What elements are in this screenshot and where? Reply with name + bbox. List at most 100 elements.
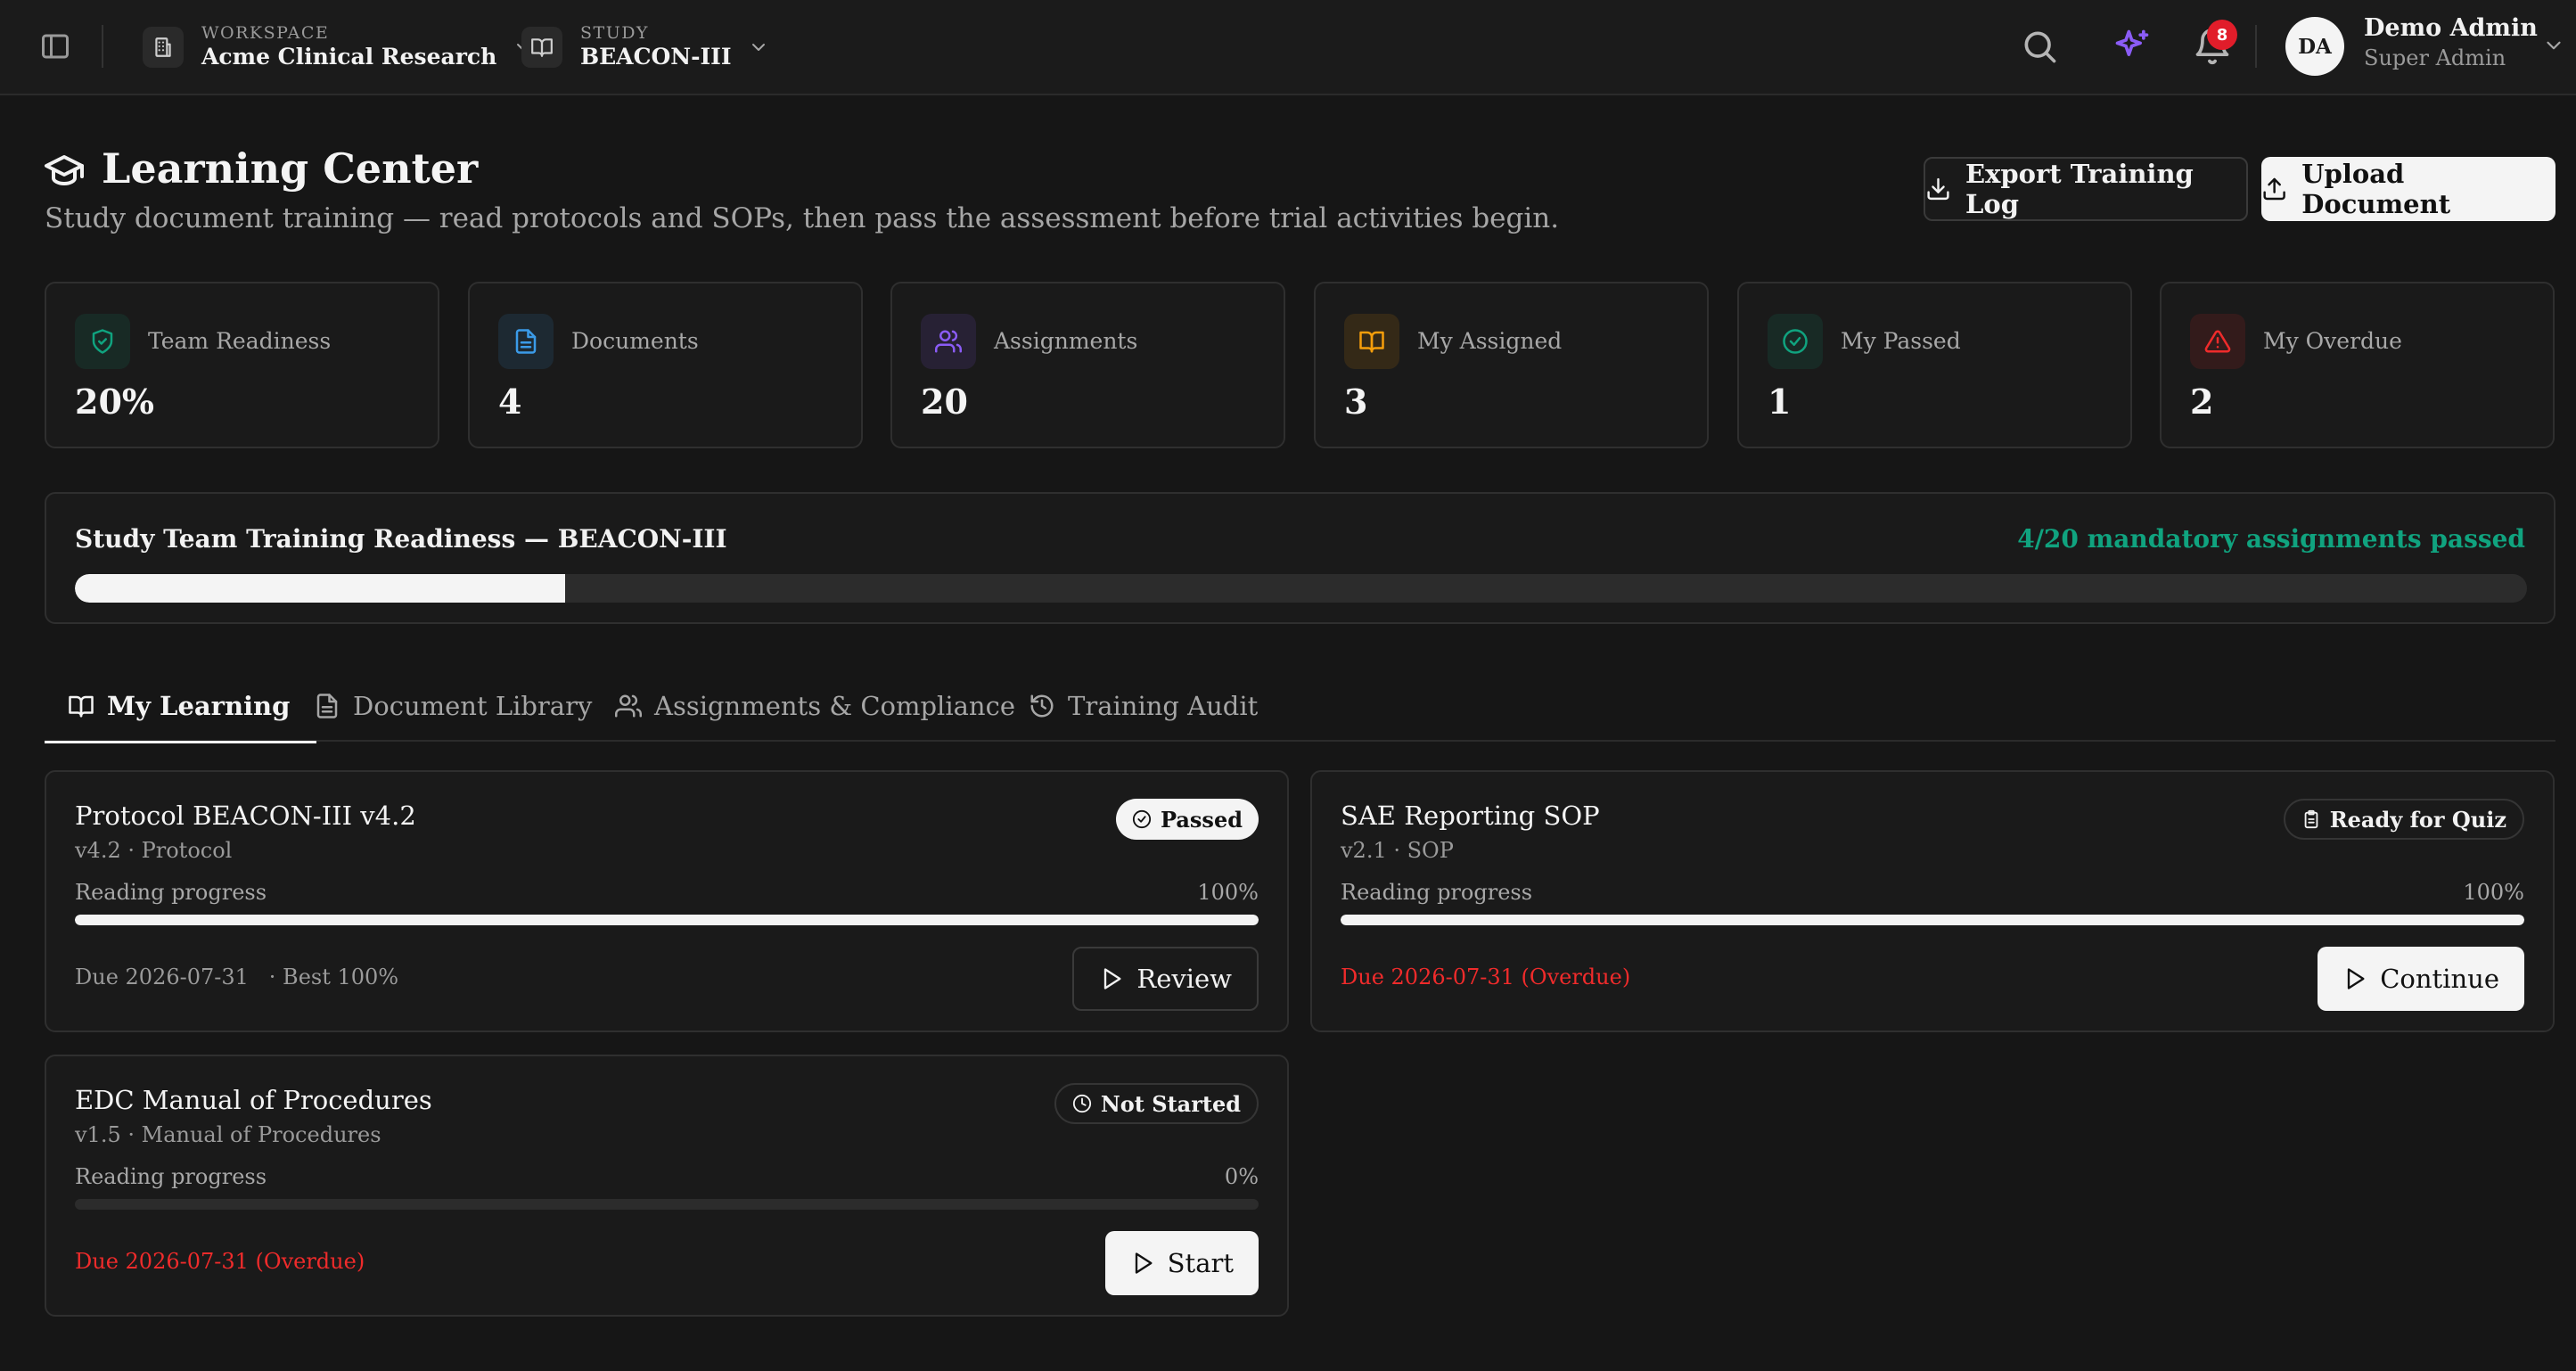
play-icon xyxy=(1104,968,1121,989)
users-icon xyxy=(921,314,976,369)
status-badge-label: Ready for Quiz xyxy=(2329,806,2506,833)
clipboard-icon xyxy=(2304,809,2318,829)
reading-progress-fill xyxy=(1341,915,2524,925)
readiness-title: Study Team Training Readiness — BEACON-I… xyxy=(75,524,727,554)
continue-button[interactable]: Continue xyxy=(2318,947,2524,1011)
sparkles-icon[interactable] xyxy=(2112,27,2152,66)
status-badge: Not Started xyxy=(1054,1083,1259,1124)
due-date: Due 2026-07-31 · Best 100% xyxy=(75,965,399,989)
tab-training-audit[interactable]: Training Audit xyxy=(1029,670,1258,742)
stat-value: 20% xyxy=(75,382,154,422)
tab-label: Training Audit xyxy=(1068,691,1259,721)
stat-value: 20 xyxy=(921,382,968,422)
upload-document-label: Upload Document xyxy=(2301,159,2451,219)
status-badge-label: Not Started xyxy=(1100,1090,1241,1117)
export-training-log-button[interactable]: Export Training Log xyxy=(1924,157,2248,221)
tab-label: Assignments & Compliance xyxy=(654,691,1015,721)
course-card: Protocol BEACON-III v4.2 v4.2 · Protocol… xyxy=(45,770,1289,1032)
book-open-icon xyxy=(1344,314,1399,369)
export-training-log-label: Export Training Log xyxy=(1965,159,2194,219)
user-role: Super Admin xyxy=(2364,45,2506,70)
sidebar-toggle-icon[interactable] xyxy=(39,30,71,62)
progress-label: Reading progress xyxy=(75,880,267,905)
workspace-name: Acme Clinical Research xyxy=(201,44,497,70)
reading-progress-bar xyxy=(75,915,1259,925)
progress-percent: 100% xyxy=(2463,880,2524,905)
file-text-icon xyxy=(498,314,554,369)
course-card: EDC Manual of Procedures v1.5 · Manual o… xyxy=(45,1055,1289,1317)
stat-label: My Overdue xyxy=(2263,328,2402,354)
action-label: Review xyxy=(1136,964,1232,994)
upload-document-button[interactable]: Upload Document xyxy=(2261,157,2555,221)
stat-label: Assignments xyxy=(994,328,1138,354)
stat-card-team-readiness: Team Readiness 20% xyxy=(45,282,439,448)
team-readiness-panel: Study Team Training Readiness — BEACON-I… xyxy=(45,492,2555,624)
page-title: Learning Center xyxy=(102,144,479,193)
chevron-down-icon[interactable] xyxy=(2542,34,2565,57)
progress-label: Reading progress xyxy=(1341,880,1533,905)
topbar-divider xyxy=(102,25,103,68)
page-subtitle: Study document training — read protocols… xyxy=(45,202,1560,234)
stat-value: 1 xyxy=(1768,382,1792,422)
workspace-switcher[interactable]: WORKSPACE Acme Clinical Research xyxy=(143,23,534,71)
play-icon xyxy=(1135,1252,1153,1274)
download-icon xyxy=(1927,177,1949,201)
tab-my-learning[interactable]: My Learning xyxy=(45,670,317,743)
status-badge-label: Passed xyxy=(1160,806,1243,833)
user-name[interactable]: Demo Admin xyxy=(2364,14,2538,42)
review-button[interactable]: Review xyxy=(1072,947,1259,1011)
top-bar: WORKSPACE Acme Clinical Research STUDY B… xyxy=(0,0,2576,95)
reading-progress-bar xyxy=(75,1199,1259,1210)
due-date: Due 2026-07-31 (Overdue) xyxy=(75,1249,365,1274)
workspace-label: WORKSPACE xyxy=(201,23,330,43)
stat-label: Team Readiness xyxy=(148,328,332,354)
action-label: Continue xyxy=(2380,964,2499,994)
stat-card-assignments: Assignments 20 xyxy=(890,282,1285,448)
progress-label: Reading progress xyxy=(75,1164,267,1189)
clock-icon xyxy=(1072,1094,1091,1113)
tab-bar: My Learning Document Library Assignments… xyxy=(45,670,2555,743)
status-badge: Ready for Quiz xyxy=(2283,799,2524,840)
status-badge: Passed xyxy=(1115,799,1259,840)
avatar[interactable]: DA xyxy=(2285,17,2344,76)
stat-card-my-assigned: My Assigned 3 xyxy=(1314,282,1709,448)
book-open-icon xyxy=(521,27,562,68)
users-icon xyxy=(615,694,642,718)
course-title: Protocol BEACON-III v4.2 xyxy=(75,800,416,831)
reading-progress-fill xyxy=(75,915,1259,925)
stat-value: 4 xyxy=(498,382,522,422)
search-icon[interactable] xyxy=(2020,27,2059,66)
shield-check-icon xyxy=(75,314,130,369)
check-circle-icon xyxy=(1132,809,1152,829)
stat-value: 3 xyxy=(1344,382,1368,422)
course-card: SAE Reporting SOP v2.1 · SOP Ready for Q… xyxy=(1310,770,2555,1032)
readiness-progress-fill xyxy=(75,574,566,603)
tab-label: My Learning xyxy=(107,691,291,721)
history-icon xyxy=(1030,694,1054,718)
action-label: Start xyxy=(1167,1248,1234,1278)
play-icon xyxy=(2348,968,2365,989)
progress-percent: 0% xyxy=(1224,1164,1259,1189)
study-label: STUDY xyxy=(580,23,649,43)
course-title: EDC Manual of Procedures xyxy=(75,1085,432,1115)
chevron-down-icon xyxy=(748,37,769,58)
graduation-cap-icon xyxy=(43,148,86,191)
stat-card-my-overdue: My Overdue 2 xyxy=(2160,282,2555,448)
study-switcher[interactable]: STUDY BEACON-III xyxy=(521,23,769,71)
stat-value: 2 xyxy=(2190,382,2214,422)
alert-triangle-icon xyxy=(2190,314,2245,369)
book-open-icon xyxy=(69,695,94,718)
start-button[interactable]: Start xyxy=(1104,1231,1259,1295)
due-date: Due 2026-07-31 (Overdue) xyxy=(1341,965,1631,989)
tab-assignments-compliance[interactable]: Assignments & Compliance xyxy=(615,670,1015,742)
tab-label: Document Library xyxy=(353,691,593,721)
course-title: SAE Reporting SOP xyxy=(1341,800,1600,831)
tab-document-library[interactable]: Document Library xyxy=(314,670,592,742)
reading-progress-bar xyxy=(1341,915,2524,925)
topbar-divider xyxy=(2255,25,2257,68)
readiness-progress-bar xyxy=(75,574,2527,603)
stat-label: My Assigned xyxy=(1417,328,1563,354)
stat-label: My Passed xyxy=(1841,328,1961,354)
notification-badge: 8 xyxy=(2207,20,2237,50)
readiness-summary: 4/20 mandatory assignments passed xyxy=(2017,524,2525,554)
